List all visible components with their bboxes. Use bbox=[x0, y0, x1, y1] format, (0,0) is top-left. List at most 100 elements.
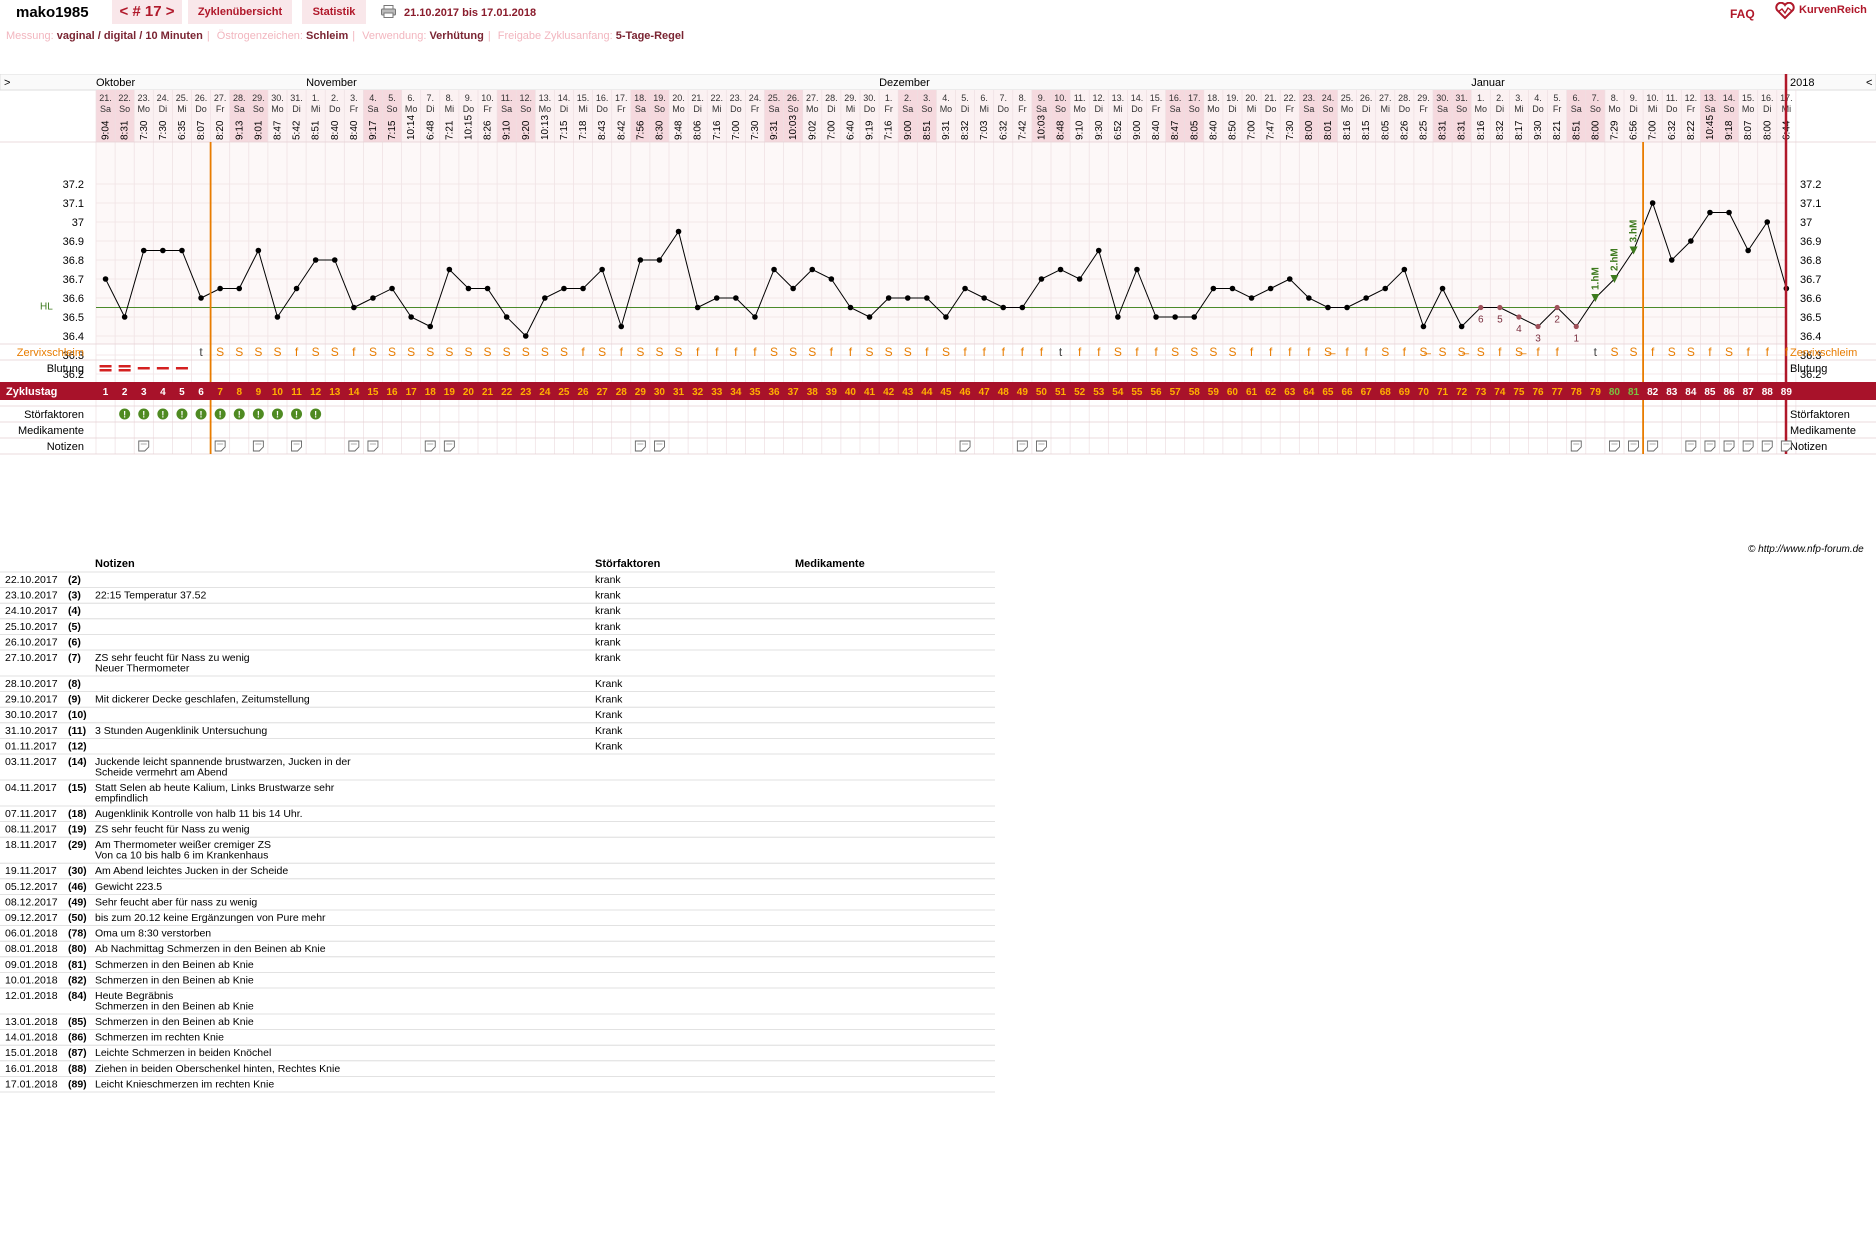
weekday: So bbox=[1456, 104, 1467, 114]
measure-time: 10:14 bbox=[406, 115, 417, 140]
cycle-day-number: 26 bbox=[577, 387, 589, 398]
cervix-symbol: f bbox=[696, 345, 700, 359]
measure-time: 10:03 bbox=[1036, 115, 1047, 140]
weekday: Di bbox=[827, 104, 836, 114]
weekday: Fr bbox=[1286, 104, 1295, 114]
temperature-point bbox=[1019, 304, 1026, 311]
cycle-day-number: 45 bbox=[940, 387, 952, 398]
weekday: So bbox=[119, 104, 130, 114]
notes-row-text: bis zum 20.12 keine Ergänzungen von Pure… bbox=[95, 912, 326, 924]
cervix-symbol: S bbox=[789, 345, 797, 359]
cycle-day-number: 30 bbox=[654, 387, 666, 398]
day-of-month: 9. bbox=[1630, 93, 1638, 103]
cervix-symbol: f bbox=[1785, 345, 1789, 359]
lower-count-label: 3 bbox=[1535, 334, 1541, 345]
cervix-symbol: S bbox=[942, 345, 950, 359]
day-of-month: 11. bbox=[1074, 93, 1086, 103]
temperature-point bbox=[1439, 285, 1446, 292]
weekday: Mo bbox=[1341, 104, 1354, 114]
disturbance-icon-mark: ! bbox=[180, 410, 183, 420]
cycle-day-number: 82 bbox=[1647, 387, 1659, 398]
copyright: © http://www.nfp-forum.de bbox=[1748, 544, 1864, 555]
cycle-day-number: 68 bbox=[1380, 387, 1392, 398]
notes-row-cycle-day: (19) bbox=[68, 824, 87, 836]
print-icon[interactable] bbox=[381, 5, 396, 18]
weekday: Di bbox=[1228, 104, 1237, 114]
weekday: Mo bbox=[806, 104, 819, 114]
cervix-symbol: f bbox=[1555, 345, 1559, 359]
cervix-symbol: f bbox=[1651, 345, 1655, 359]
cycle-day-number: 43 bbox=[902, 387, 914, 398]
faq-link[interactable]: FAQ bbox=[1730, 7, 1755, 21]
weekday: Mi bbox=[445, 104, 455, 114]
disturbance-icon-mark: ! bbox=[257, 410, 260, 420]
notes-row-cycle-day: (8) bbox=[68, 678, 81, 690]
cycle-day-number: 32 bbox=[692, 387, 704, 398]
notes-row-text-2: Scheide vermehrt am Abend bbox=[95, 767, 228, 779]
bleeding-mark-heavy bbox=[118, 369, 131, 372]
cervix-symbol: S bbox=[1687, 345, 1695, 359]
temperature-point bbox=[1076, 276, 1083, 282]
cycle-day-number: 47 bbox=[979, 387, 991, 398]
disturbance-icon-mark: ! bbox=[314, 410, 317, 420]
weekday: Do bbox=[329, 104, 341, 114]
measure-time: 8:15 bbox=[1361, 120, 1372, 140]
cervix-symbol: S bbox=[235, 345, 243, 359]
measure-time: 9:20 bbox=[521, 120, 532, 140]
cervix-symbol: f bbox=[1766, 345, 1770, 359]
year-label: 2018 bbox=[1790, 77, 1814, 89]
temperature-point bbox=[542, 295, 548, 301]
weekday: Di bbox=[1362, 104, 1371, 114]
cycle-day-number: 86 bbox=[1723, 387, 1735, 398]
bleeding-mark bbox=[137, 367, 150, 370]
temperature-point bbox=[121, 314, 128, 320]
day-of-month: 3. bbox=[1515, 93, 1523, 103]
disturbance-icon-mark: ! bbox=[142, 410, 145, 420]
tab-statistics[interactable]: Statistik bbox=[302, 0, 366, 24]
measure-time: 9:17 bbox=[368, 120, 379, 140]
note-icon bbox=[654, 440, 665, 452]
note-icon bbox=[1647, 440, 1659, 452]
cervix-symbol: f bbox=[1135, 345, 1139, 359]
temperature-point bbox=[847, 304, 854, 311]
measure-time: 9:48 bbox=[674, 120, 685, 140]
cycle-navigator[interactable]: < # 17 > bbox=[112, 0, 182, 24]
measure-time: 8:30 bbox=[654, 120, 665, 140]
measure-time: 8:43 bbox=[597, 120, 608, 140]
cycle-day-number: 60 bbox=[1227, 387, 1239, 398]
notes-row-disturbance: Krank bbox=[595, 709, 623, 721]
cervix-symbol: S bbox=[1668, 345, 1676, 359]
month-row bbox=[0, 74, 1876, 91]
weekday: Di bbox=[693, 104, 702, 114]
cervix-symbol: S bbox=[331, 345, 339, 359]
day-of-month: 9. bbox=[1038, 93, 1046, 103]
weekday: Mi bbox=[1648, 104, 1658, 114]
tab-cycle-overview[interactable]: Zyklenübersicht bbox=[188, 0, 292, 24]
day-of-month: 24. bbox=[157, 93, 170, 103]
day-of-month: 24. bbox=[1322, 93, 1335, 103]
lower-count-label: 4 bbox=[1516, 324, 1522, 335]
cervix-symbol: S bbox=[541, 345, 549, 359]
weekday: Do bbox=[864, 104, 876, 114]
day-of-month: 21. bbox=[99, 93, 112, 103]
notes-row-disturbance: krank bbox=[595, 652, 621, 664]
notes-row-date: 22.10.2017 bbox=[5, 574, 58, 586]
cycle-day-number: 37 bbox=[788, 387, 800, 398]
note-icon bbox=[959, 440, 971, 452]
cycle-day-number: 6 bbox=[198, 387, 204, 398]
notes-row-date: 09.01.2018 bbox=[5, 959, 58, 971]
notes-row-disturbance: Krank bbox=[595, 725, 623, 737]
cycle-day-number: 27 bbox=[597, 387, 609, 398]
note-icon bbox=[348, 440, 360, 452]
nav-right-icon: < bbox=[1866, 77, 1872, 89]
weekday: Mi bbox=[846, 104, 856, 114]
notes-row-cycle-day: (49) bbox=[68, 896, 87, 908]
logo-text: KurvenReich bbox=[1799, 4, 1867, 16]
cycle-day-number: 81 bbox=[1628, 387, 1640, 398]
day-of-month: 6. bbox=[1572, 93, 1580, 103]
y-tick-left: 36.5 bbox=[63, 312, 84, 324]
measurement-label: Messung: bbox=[6, 30, 54, 42]
day-of-month: 28. bbox=[825, 93, 838, 103]
notes-row-cycle-day: (7) bbox=[68, 652, 81, 664]
notes-row-cycle-day: (87) bbox=[68, 1047, 87, 1059]
